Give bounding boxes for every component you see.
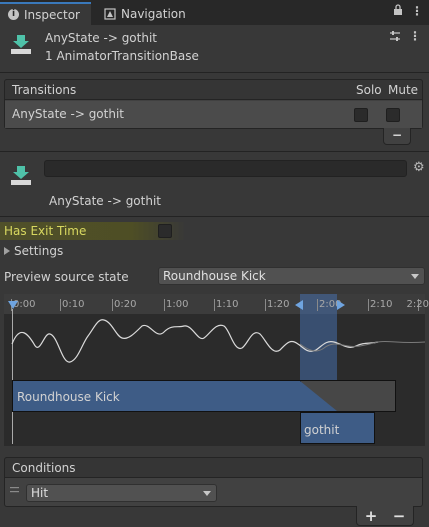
header-subtitle: 1 AnimatorTransitionBase	[45, 49, 199, 63]
ruler-tick-label: 1:10	[216, 299, 239, 310]
ruler-tick-line	[317, 299, 318, 311]
animation-curve	[4, 314, 425, 380]
dropdown-value: Roundhouse Kick	[163, 269, 266, 283]
navigation-icon	[104, 7, 116, 20]
ruler-tick-label: 0:10	[62, 299, 85, 310]
remove-transition-button[interactable]: −	[383, 128, 411, 145]
header-more-icon[interactable]: ⋮	[409, 30, 421, 42]
ruler-tick-label: 1:20	[267, 299, 290, 310]
transition-name-field[interactable]	[44, 160, 407, 177]
ruler-tick-line	[60, 299, 61, 311]
blend-wedge	[300, 381, 337, 411]
divider	[0, 72, 429, 73]
tab-inspector[interactable]: i Inspector	[0, 2, 91, 25]
has-exit-time-checkbox[interactable]	[158, 224, 172, 238]
divider	[0, 216, 429, 217]
condition-parameter-dropdown[interactable]: Hit	[26, 484, 217, 502]
transition-end-marker-icon[interactable]	[337, 300, 345, 310]
destination-clip-label: gothit	[304, 423, 340, 437]
dropdown-value: Hit	[31, 486, 49, 500]
tab-actions: ⋮	[393, 4, 423, 18]
transition-detail-label: AnyState -> gothit	[49, 194, 162, 208]
transition-icon	[10, 33, 32, 55]
settings-gear-icon[interactable]: ⚙	[413, 160, 425, 175]
transition-start-marker-icon[interactable]	[295, 300, 303, 310]
playhead-marker-icon[interactable]	[8, 301, 18, 309]
transition-row-label: AnyState -> gothit	[12, 107, 125, 121]
source-clip-label: Roundhouse Kick	[17, 390, 120, 404]
add-condition-button[interactable]: +	[365, 507, 378, 525]
ruler-tick-line	[368, 299, 369, 311]
info-icon: i	[8, 9, 19, 20]
ruler-tick-line	[112, 299, 113, 311]
chevron-down-icon	[203, 491, 211, 496]
preview-source-dropdown[interactable]: Roundhouse Kick	[158, 267, 425, 285]
transitions-heading: Transitions	[12, 83, 77, 97]
foldout-arrow-icon[interactable]	[4, 247, 10, 255]
tab-label: Navigation	[121, 6, 186, 21]
header-title: AnyState -> gothit	[45, 31, 158, 45]
chevron-down-icon	[411, 274, 419, 279]
transition-detail-icon	[10, 164, 32, 186]
remove-condition-button[interactable]: −	[393, 507, 406, 525]
more-menu-icon[interactable]: ⋮	[411, 4, 423, 18]
divider	[0, 151, 429, 152]
tab-label: Inspector	[24, 7, 80, 22]
header-actions: ⋮	[389, 30, 421, 42]
mute-column-label: Mute	[388, 83, 419, 97]
conditions-heading: Conditions	[12, 461, 76, 475]
ruler-tick-line	[214, 299, 215, 311]
preset-icon[interactable]	[389, 30, 401, 42]
ruler-tick-line	[164, 299, 165, 311]
ruler-tick-label: 2:20	[406, 299, 429, 310]
tab-navigation[interactable]: Navigation	[92, 2, 202, 25]
lock-icon[interactable]	[393, 4, 403, 18]
solo-column-label: Solo	[356, 83, 382, 97]
settings-foldout[interactable]: Settings	[14, 244, 63, 258]
ruler-tick-label: 2:10	[370, 299, 393, 310]
preview-source-label: Preview source state	[4, 270, 129, 284]
ruler-tick-label: 0:20	[114, 299, 137, 310]
conditions-footer: + −	[356, 506, 414, 526]
solo-checkbox[interactable]	[354, 108, 368, 122]
drag-handle-icon[interactable]	[10, 487, 19, 493]
ruler-tick-line	[265, 299, 266, 311]
mute-checkbox[interactable]	[386, 108, 400, 122]
ruler-tick-label: 1:00	[166, 299, 189, 310]
has-exit-time-label: Has Exit Time	[4, 224, 87, 238]
